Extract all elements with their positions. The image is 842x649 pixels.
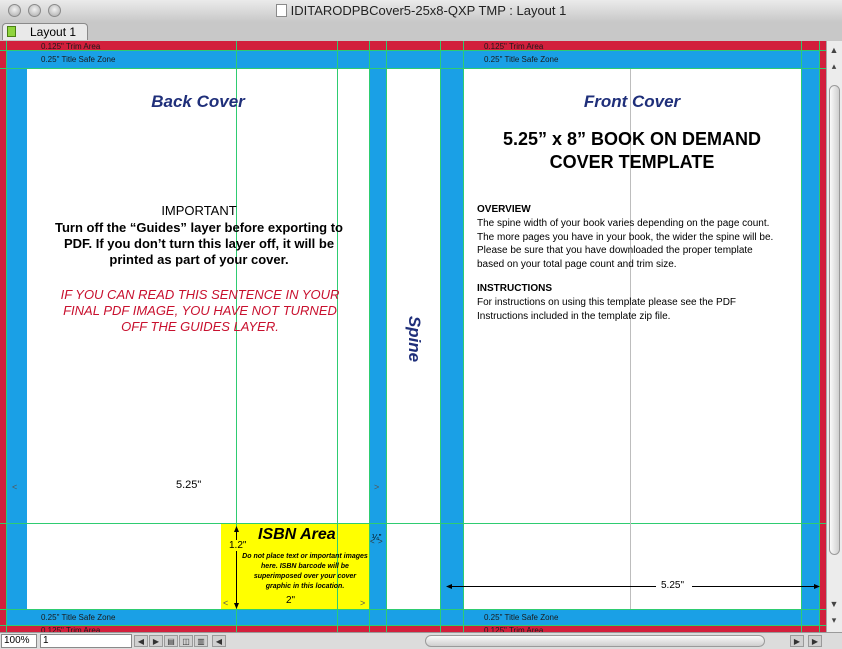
isbn-title: ISBN Area bbox=[258, 526, 336, 543]
front-width-label: 5.25" bbox=[659, 580, 687, 591]
scroll-up-icon[interactable]: ▲ bbox=[827, 43, 841, 57]
layout-tab-bar: Layout 1 bbox=[0, 22, 842, 42]
thumbnails-icon[interactable]: ▥ bbox=[194, 635, 208, 647]
isbn-width-label: 2" bbox=[286, 595, 296, 606]
svg-text:<: < bbox=[223, 598, 228, 608]
page-down-icon[interactable]: ▾ bbox=[827, 613, 841, 627]
tab-layout-1[interactable]: Layout 1 bbox=[2, 23, 88, 40]
scroll-right-icon[interactable]: ▶ bbox=[790, 635, 804, 647]
trim-area-label-back-top: 0.125" Trim Area bbox=[41, 42, 101, 51]
document-icon bbox=[275, 4, 287, 17]
horizontal-scroll-thumb[interactable] bbox=[425, 635, 765, 647]
back-cover-title: Back Cover bbox=[151, 92, 245, 111]
important-heading: IMPORTANT bbox=[161, 203, 237, 218]
trim-area-label-front-top: 0.125" Trim Area bbox=[484, 42, 544, 51]
instructions-text: For instructions on using this template … bbox=[477, 297, 737, 322]
page-canvas[interactable]: < > < > < > 0.125" Trim Area 0.25" Title… bbox=[0, 41, 826, 632]
title-safe-label-back-top: 0.25" Title Safe Zone bbox=[41, 55, 116, 64]
spine-label: Spine bbox=[405, 315, 424, 363]
zoom-field[interactable]: 100% bbox=[1, 634, 37, 648]
title-safe-label-back-bottom: 0.25" Title Safe Zone bbox=[41, 613, 116, 622]
scroll-right-end-icon[interactable]: ▶ bbox=[808, 635, 822, 647]
overview-text: The spine width of your book varies depe… bbox=[477, 218, 774, 270]
title-safe-label-front-bottom: 0.25" Title Safe Zone bbox=[484, 613, 559, 622]
scroll-down-icon[interactable]: ▼ bbox=[827, 597, 841, 611]
layout-icon bbox=[7, 26, 16, 37]
quarter-inch-label: ¼" bbox=[372, 533, 382, 542]
vertical-scroll-thumb[interactable] bbox=[829, 85, 840, 555]
svg-text:>: > bbox=[360, 598, 365, 608]
page-layout-icon[interactable]: ▤ bbox=[164, 635, 178, 647]
back-width-label: 5.25" bbox=[176, 479, 202, 491]
page-up-icon[interactable]: ▴ bbox=[827, 59, 841, 73]
spread-view-icon[interactable]: ◫ bbox=[179, 635, 193, 647]
instructions-heading: INSTRUCTIONS bbox=[477, 283, 552, 294]
next-page-icon[interactable]: ▶ bbox=[149, 635, 163, 647]
status-bar: 100% 1 ◀ ▶ ▤ ◫ ▥ ◀ ▶ ▶ bbox=[0, 632, 842, 649]
template-title: 5.25” x 8” BOOK ON DEMAND COVER TEMPLATE bbox=[502, 129, 762, 172]
overview-heading: OVERVIEW bbox=[477, 204, 531, 215]
svg-text:>: > bbox=[374, 482, 379, 492]
window-titlebar: IDITARODPBCover5-25x8-QXP TMP : Layout 1 bbox=[0, 0, 842, 23]
page-number-field[interactable]: 1 bbox=[40, 634, 132, 648]
guides-warning-text: IF YOU CAN READ THIS SENTENCE IN YOUR FI… bbox=[60, 287, 340, 334]
previous-page-icon[interactable]: ◀ bbox=[134, 635, 148, 647]
isbn-note: Do not place text or important images he… bbox=[242, 553, 368, 590]
isbn-height-label: 1.2" bbox=[229, 540, 247, 551]
vertical-scrollbar[interactable]: ▲ ▴ ▼ ▾ bbox=[826, 41, 842, 632]
window-title: IDITARODPBCover5-25x8-QXP TMP : Layout 1 bbox=[0, 0, 842, 22]
title-safe-label-front-top: 0.25" Title Safe Zone bbox=[484, 55, 559, 64]
front-cover-title: Front Cover bbox=[583, 92, 681, 111]
tab-label: Layout 1 bbox=[30, 25, 77, 39]
svg-text:<: < bbox=[12, 482, 17, 492]
scroll-left-icon[interactable]: ◀ bbox=[212, 635, 226, 647]
important-text: Turn off the “Guides” layer before expor… bbox=[55, 220, 343, 267]
